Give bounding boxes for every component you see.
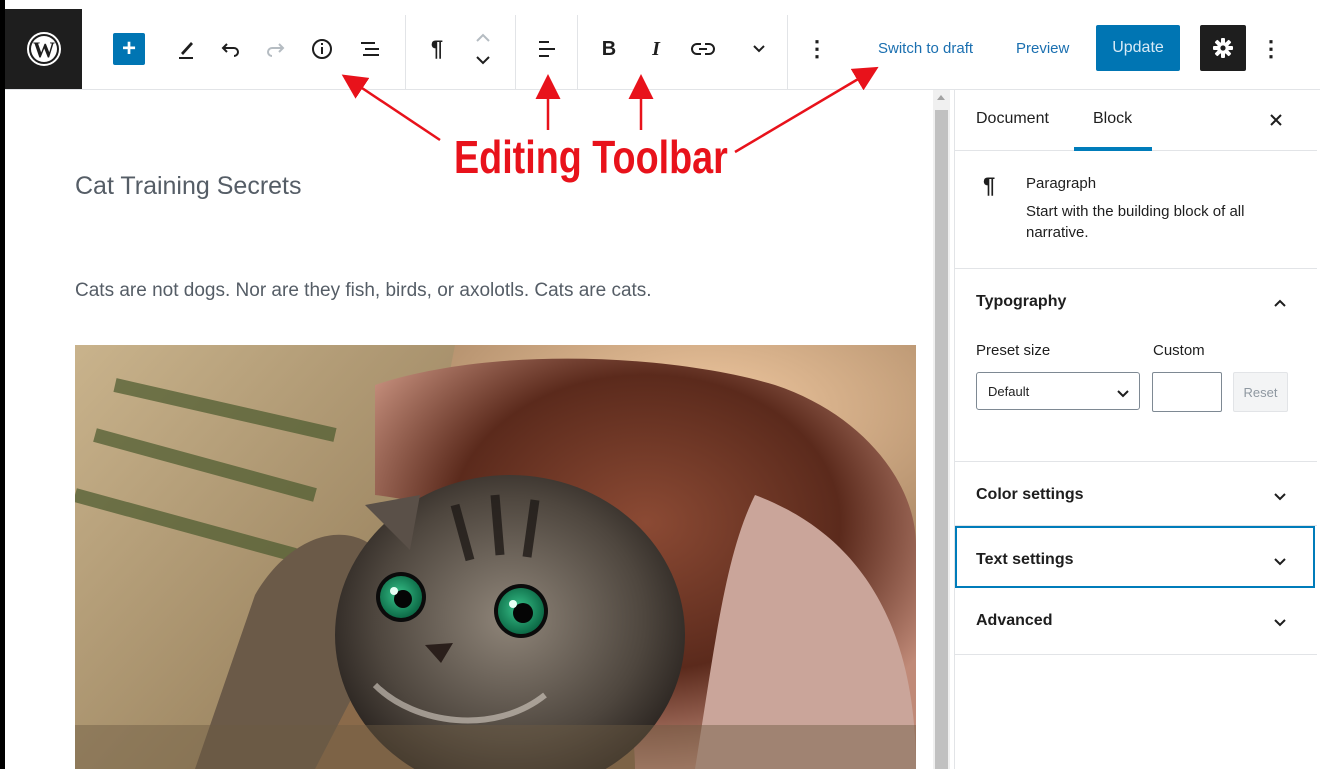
svg-text:W: W	[33, 37, 55, 62]
paragraph-block[interactable]: Cats are not dogs. Nor are they fish, bi…	[75, 280, 652, 302]
more-menu-icon[interactable]: ⋮	[1260, 33, 1282, 65]
chevron-down-icon[interactable]	[747, 33, 771, 65]
block-description: Start with the building block of all nar…	[1026, 203, 1245, 241]
paragraph-icon: ¶	[983, 173, 996, 198]
post-title[interactable]: Cat Training Secrets	[75, 172, 302, 201]
tab-block[interactable]: Block	[1093, 110, 1132, 128]
chevron-down-icon	[1273, 554, 1287, 572]
block-name: Paragraph	[1026, 175, 1097, 192]
editor-toolbar: W + ¶ B I ⋮ Switch to draft Preview Upda…	[5, 9, 1320, 90]
preview-button[interactable]: Preview	[1016, 37, 1069, 61]
pencil-icon[interactable]	[175, 33, 199, 65]
chevron-down-icon	[1117, 386, 1129, 401]
move-up-down-icon[interactable]	[471, 27, 495, 71]
more-options-icon[interactable]: ⋮	[806, 33, 828, 65]
toolbar-separator	[515, 15, 516, 89]
paragraph-block-icon[interactable]: ¶	[425, 33, 449, 65]
undo-icon[interactable]	[219, 33, 243, 65]
typography-panel: Typography	[955, 269, 1317, 462]
wordpress-logo-icon[interactable]: W	[5, 9, 82, 89]
preset-size-value: Default	[988, 383, 1030, 399]
text-settings-panel[interactable]: Text settings	[955, 526, 1315, 588]
switch-to-draft-button[interactable]: Switch to draft	[878, 37, 973, 61]
tab-document[interactable]: Document	[976, 110, 1049, 128]
update-button[interactable]: Update	[1096, 25, 1180, 71]
align-left-icon[interactable]	[533, 33, 561, 65]
annotation-label: Editing Toolbar	[454, 131, 728, 183]
toolbar-separator	[405, 15, 406, 89]
close-icon[interactable]	[1260, 104, 1292, 136]
editor-canvas: Cat Training Secrets Cats are not dogs. …	[5, 90, 933, 769]
reset-button[interactable]: Reset	[1233, 372, 1288, 412]
advanced-panel[interactable]: Advanced	[955, 588, 1317, 655]
redo-icon[interactable]	[263, 33, 287, 65]
chevron-up-icon[interactable]	[1273, 295, 1287, 313]
toolbar-separator	[787, 15, 788, 89]
editor-scrollbar[interactable]	[933, 90, 950, 769]
settings-gear-icon[interactable]	[1200, 25, 1246, 71]
italic-icon[interactable]: I	[644, 33, 668, 65]
typography-panel-toggle[interactable]: Typography	[976, 293, 1066, 311]
cat-image[interactable]	[75, 345, 916, 769]
scroll-up-arrow-icon[interactable]	[937, 95, 945, 100]
block-card: ¶ Paragraph Start with the building bloc…	[955, 151, 1317, 269]
color-settings-panel[interactable]: Color settings	[955, 461, 1317, 526]
custom-size-input[interactable]	[1152, 372, 1222, 412]
scrollbar-thumb[interactable]	[935, 110, 948, 769]
link-icon[interactable]	[689, 33, 717, 65]
chevron-down-icon	[1273, 615, 1287, 633]
preset-size-select[interactable]: Default	[976, 372, 1140, 410]
text-settings-title: Text settings	[976, 551, 1074, 568]
custom-size-label: Custom	[1153, 342, 1205, 359]
advanced-title: Advanced	[976, 612, 1053, 629]
color-settings-title: Color settings	[976, 486, 1084, 503]
sidebar-tabs: Document Block	[955, 90, 1317, 151]
settings-sidebar: Document Block ¶ Paragraph Start with th…	[954, 90, 1317, 769]
info-icon[interactable]	[308, 33, 336, 65]
list-view-icon[interactable]	[357, 33, 385, 65]
chevron-down-icon	[1273, 489, 1287, 507]
bold-icon[interactable]: B	[597, 33, 621, 65]
toolbar-separator	[577, 15, 578, 89]
preset-size-label: Preset size	[976, 342, 1051, 359]
add-block-button[interactable]: +	[113, 33, 145, 65]
